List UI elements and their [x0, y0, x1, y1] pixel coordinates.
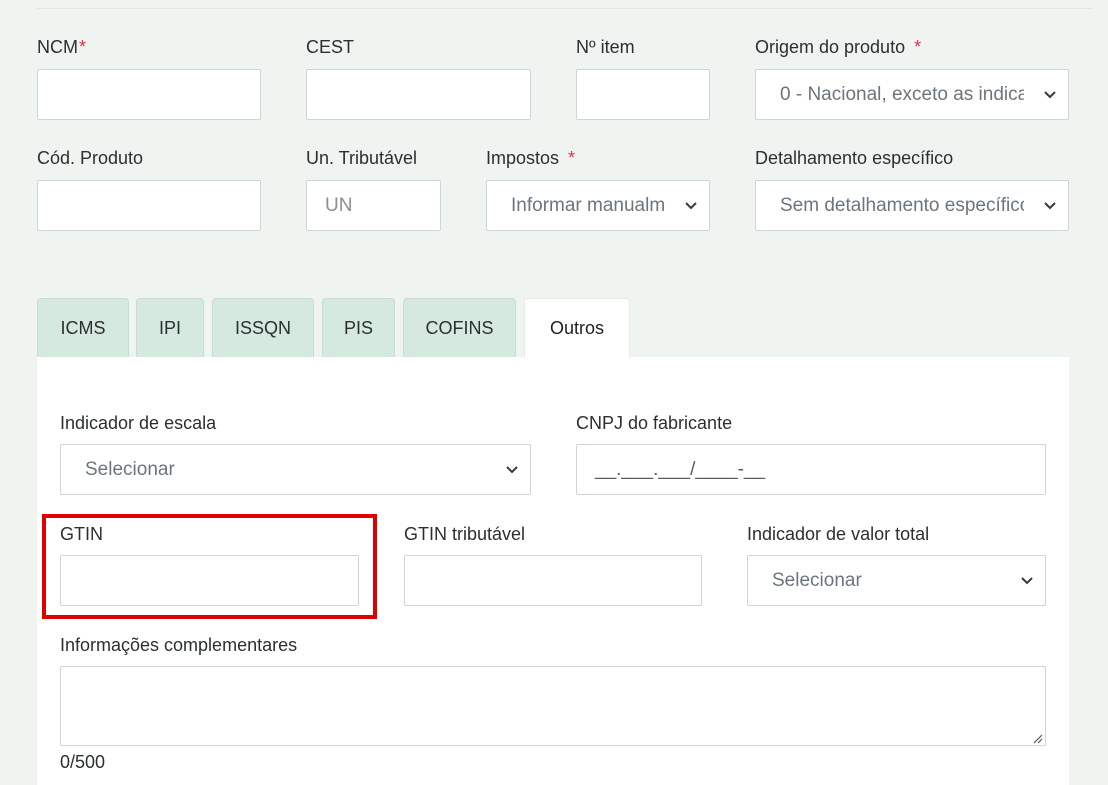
gtin-tributavel-label: GTIN tributável [404, 524, 526, 544]
chevron-down-icon [683, 197, 699, 213]
resize-grip-icon[interactable] [1031, 731, 1043, 744]
indicador-valor-total-select[interactable]: Selecionar [747, 555, 1046, 606]
indicador-escala-label: Indicador de escala [60, 413, 217, 433]
indicador-escala-select[interactable]: Selecionar [60, 444, 531, 495]
tab-outros[interactable]: Outros [524, 298, 630, 358]
chevron-down-icon [1042, 197, 1058, 213]
indicador-valor-total-selected-value: Selecionar [772, 569, 862, 591]
chevron-down-icon [504, 461, 520, 477]
required-asterisk: * [914, 37, 922, 57]
gtin-input[interactable] [60, 555, 359, 606]
required-asterisk: * [79, 37, 87, 57]
ncm-input[interactable] [37, 69, 261, 120]
un-tributavel-input[interactable]: UN [306, 180, 441, 231]
tab-issqn[interactable]: ISSQN [212, 298, 314, 357]
chevron-down-icon [1042, 86, 1058, 102]
cod-produto-input[interactable] [37, 180, 261, 231]
tab-ipi[interactable]: IPI [136, 298, 204, 357]
detalhamento-select[interactable]: Sem detalhamento específico [755, 180, 1069, 231]
origem-label: Origem do produto * [755, 37, 922, 57]
origem-select[interactable]: 0 - Nacional, exceto as indicadas nos có… [755, 69, 1069, 120]
char-counter: 0/500 [60, 752, 106, 772]
gtin-tributavel-input[interactable] [404, 555, 702, 606]
origem-selected-value: 0 - Nacional, exceto as indicadas nos có… [780, 83, 1024, 105]
indicador-valor-total-label: Indicador de valor total [747, 524, 930, 544]
cnpj-mask-placeholder: __.___.___/____-__ [595, 458, 766, 480]
cnpj-fabricante-label: CNPJ do fabricante [576, 413, 733, 433]
chevron-down-icon [1019, 572, 1035, 588]
cest-label: CEST [306, 37, 355, 57]
ncm-label: NCM* [37, 37, 87, 57]
cnpj-fabricante-input[interactable]: __.___.___/____-__ [576, 444, 1046, 495]
tab-cofins[interactable]: COFINS [403, 298, 516, 357]
impostos-select[interactable]: Informar manualmente [486, 180, 710, 231]
un-tributavel-placeholder: UN [325, 194, 353, 216]
tab-icms[interactable]: ICMS [37, 298, 129, 357]
item-number-input[interactable] [576, 69, 710, 120]
detalhamento-label: Detalhamento específico [755, 148, 954, 168]
required-asterisk: * [568, 148, 576, 168]
info-complementares-label: Informações complementares [60, 635, 298, 655]
gtin-label: GTIN [60, 524, 103, 544]
un-tributavel-label: Un. Tributável [306, 148, 418, 168]
cod-produto-label: Cód. Produto [37, 148, 144, 168]
cest-input[interactable] [306, 69, 531, 120]
indicador-escala-selected-value: Selecionar [85, 458, 175, 480]
impostos-label: Impostos * [486, 148, 576, 168]
info-complementares-textarea[interactable] [60, 666, 1046, 746]
tab-pis[interactable]: PIS [322, 298, 395, 357]
impostos-selected-value: Informar manualmente [511, 194, 665, 216]
top-divider [37, 8, 1092, 9]
item-number-label: Nº item [576, 37, 635, 57]
detalhamento-selected-value: Sem detalhamento específico [780, 194, 1024, 216]
